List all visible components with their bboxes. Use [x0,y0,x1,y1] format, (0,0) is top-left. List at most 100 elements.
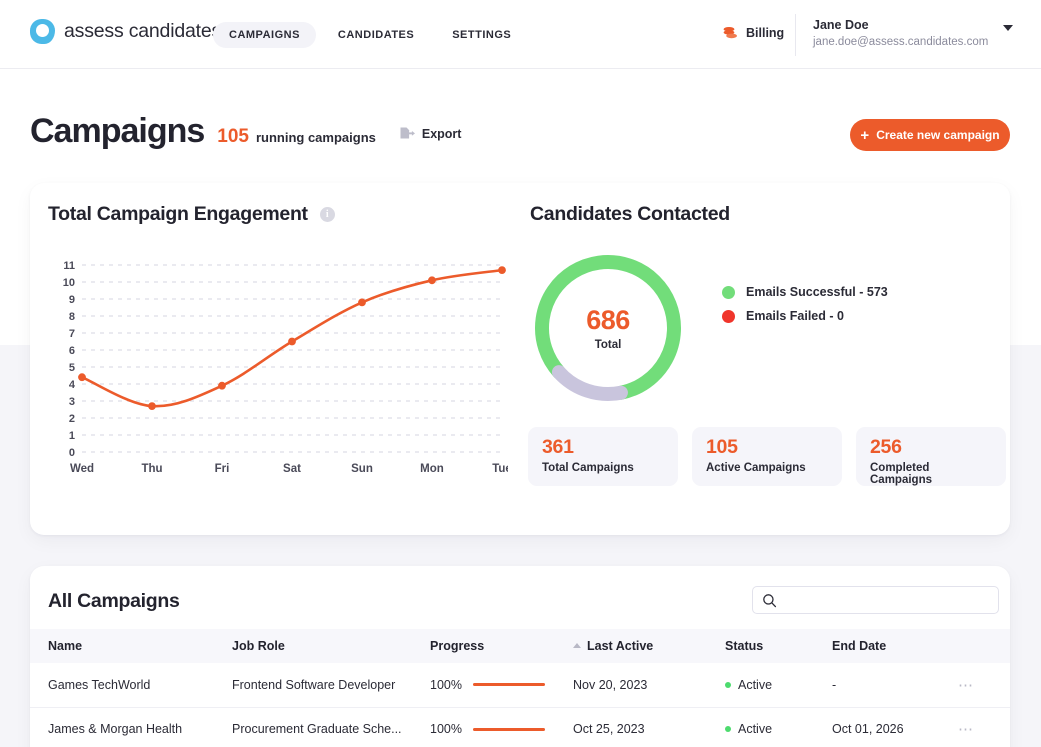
column-header-name[interactable]: Name [30,629,232,663]
brand-logo[interactable]: assess candidates [30,19,221,44]
table-header-row: Name Job Role Progress Last Active Statu… [30,629,1010,663]
top-navigation-bar: assess candidates CAMPAIGNS CANDIDATES S… [0,0,1041,69]
plus-icon: + [860,126,870,144]
nav-item-settings[interactable]: SETTINGS [436,22,527,48]
column-header-progress[interactable]: Progress [430,629,573,663]
nav-item-candidates[interactable]: CANDIDATES [322,22,430,48]
legend-item-emails-successful: Emails Successful - 573 [722,280,888,304]
page-title: Campaigns [30,112,205,150]
status-badge: Active [738,677,773,692]
stat-tile-completed-campaigns: 256 Completed Campaigns [856,427,1006,486]
total-campaigns-value: 361 [542,436,574,458]
running-campaigns-count: 105 [217,126,249,147]
campaign-search[interactable] [752,586,999,614]
brand-name: assess candidates [64,20,222,42]
export-button[interactable]: Export [399,126,461,142]
column-header-actions [958,629,1010,663]
nav-item-campaigns[interactable]: CAMPAIGNS [213,22,316,48]
donut-total-label: Total [594,339,622,351]
stats-card: Total Campaign Engagement i 11 10 9 8 7 6 5 4 3 2… [30,183,1010,535]
account-menu[interactable]: Jane Doe jane.doe@assess.candidates.com [813,17,988,50]
contacted-title: Candidates Contacted [530,203,730,225]
svg-text:6: 6 [69,345,75,357]
cell-end-date: Oct 01, 2026 [832,707,958,747]
status-badge: Active [738,722,773,736]
completed-campaigns-label: Completed Campaigns [870,462,932,486]
svg-text:4: 4 [69,379,76,391]
svg-text:7: 7 [69,328,75,340]
cell-end-date: - [832,663,958,708]
billing-button[interactable]: Billing [722,25,784,41]
row-actions-menu-icon[interactable]: ⋯ [958,663,1010,708]
table-header-bar: All Campaigns [30,566,1010,628]
contacted-header: Candidates Contacted [530,203,730,226]
svg-text:0: 0 [69,447,75,459]
legend-label-successful: Emails Successful - 573 [746,285,888,299]
column-header-status[interactable]: Status [725,629,832,663]
create-new-campaign-button[interactable]: + Create new campaign [850,119,1010,151]
progress-value: 100% [430,722,462,736]
status-dot-icon [725,681,731,688]
candidates-contacted-donut: 686 Total [528,248,688,408]
svg-text:8: 8 [69,311,75,323]
line-chart-svg: 11109876543210WedThuFriSatSunMonTue [63,260,508,475]
svg-text:9: 9 [69,294,75,306]
all-campaigns-card: All Campaigns Name Job Role Progress Las… [30,566,1010,747]
cell-job-role: Frontend Software Developer [232,663,430,708]
status-dot-icon [725,726,731,732]
column-header-last-active-label: Last Active [587,639,654,653]
svg-text:Thu: Thu [141,463,162,475]
account-email: jane.doe@assess.candidates.com [813,36,989,48]
cell-last-active: Nov 20, 2023 [573,663,725,708]
svg-text:Sun: Sun [351,463,373,475]
chevron-down-icon[interactable] [1003,25,1013,31]
svg-text:3: 3 [69,396,75,408]
svg-text:Tue: Tue [492,463,508,475]
active-campaigns-value: 105 [706,436,738,458]
donut-center-labels: 686 Total [528,248,688,408]
cell-progress: 100% [430,707,573,747]
info-icon[interactable]: i [319,207,335,222]
row-actions-menu-icon[interactable]: ⋯ [958,707,1010,747]
cell-status: Active [725,707,832,747]
running-campaigns-label: running campaigns [255,130,376,145]
active-campaigns-label: Active Campaigns [706,462,806,474]
svg-text:Wed: Wed [70,463,94,475]
table-row[interactable]: James & Morgan Health Procurement Gradua… [30,707,1010,747]
svg-text:2: 2 [69,413,75,425]
engagement-line-chart: 11109876543210WedThuFriSatSunMonTue [48,255,508,480]
campaign-stat-tiles: 361 Total Campaigns 105 Active Campaigns… [528,427,1006,486]
search-icon [763,593,777,607]
donut-legend: Emails Successful - 573 Emails Failed - … [722,280,888,328]
stat-tile-active-campaigns: 105 Active Campaigns [692,427,842,486]
completed-campaigns-value: 256 [870,436,902,458]
stat-tile-total-campaigns: 361 Total Campaigns [528,427,678,486]
app-root: assess candidates CAMPAIGNS CANDIDATES S… [0,0,1041,747]
cell-job-role: Procurement Graduate Sche... [232,707,430,747]
legend-item-emails-failed: Emails Failed - 0 [722,304,888,328]
column-header-end-date[interactable]: End Date [832,629,958,663]
campaigns-table: Name Job Role Progress Last Active Statu… [30,629,1010,747]
cell-progress: 100% [430,663,573,708]
legend-swatch-failed [722,309,735,323]
page-header: Campaigns 105 running campaigns Export [30,112,461,151]
column-header-last-active[interactable]: Last Active [573,629,725,663]
svg-text:Fri: Fri [215,463,230,475]
cell-status: Active [725,663,832,708]
table-row[interactable]: Games TechWorld Frontend Software Develo… [30,663,1010,708]
cell-name: Games TechWorld [30,663,232,708]
header-divider [795,14,796,56]
search-input[interactable] [784,593,989,607]
create-new-campaign-label: Create new campaign [876,128,1000,142]
svg-text:1: 1 [69,430,75,442]
cell-name: James & Morgan Health [30,707,232,747]
export-file-icon [400,127,415,139]
engagement-title: Total Campaign Engagement [48,203,308,225]
donut-total-value: 686 [586,305,630,335]
total-campaigns-label: Total Campaigns [542,462,634,474]
account-name: Jane Doe [813,18,869,32]
sort-asc-icon[interactable] [573,643,581,648]
all-campaigns-title: All Campaigns [48,590,180,612]
svg-text:10: 10 [63,277,75,289]
column-header-job-role[interactable]: Job Role [232,629,430,663]
